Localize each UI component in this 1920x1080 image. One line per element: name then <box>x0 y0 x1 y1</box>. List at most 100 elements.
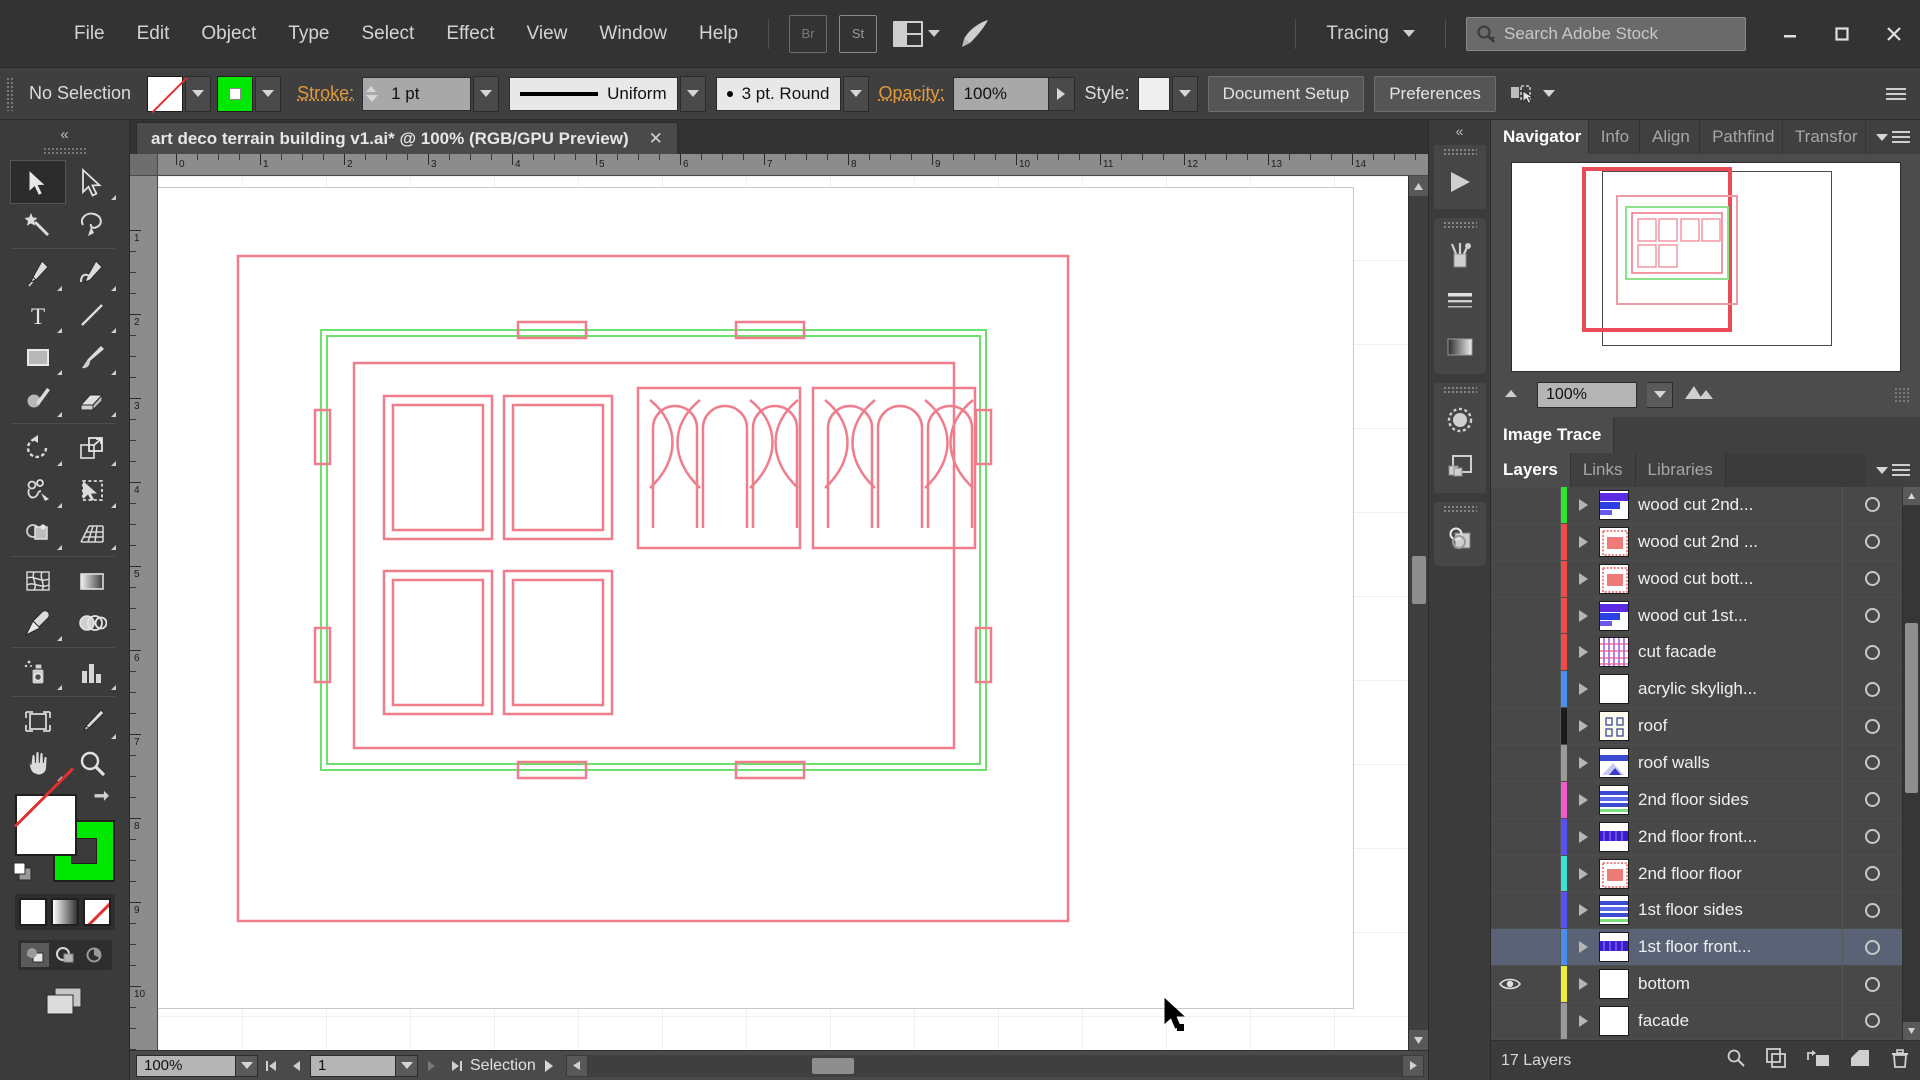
layer-target-indicator[interactable] <box>1842 745 1902 781</box>
panel-menu-icon[interactable] <box>1866 120 1920 154</box>
zoom-level-dropdown[interactable] <box>236 1054 258 1077</box>
layer-name[interactable]: cut facade <box>1638 642 1842 662</box>
fill-swatch[interactable] <box>147 75 184 112</box>
maximize-button[interactable] <box>1816 0 1868 67</box>
layer-row[interactable]: wood cut bott... <box>1491 560 1902 598</box>
layer-name[interactable]: wood cut bott... <box>1638 569 1842 589</box>
layer-lock-toggle[interactable] <box>1529 671 1561 708</box>
resize-grip-icon[interactable] <box>1894 386 1910 403</box>
scale-tool[interactable] <box>65 427 119 469</box>
workspace-switcher[interactable]: Tracing <box>1310 23 1431 45</box>
layer-target-indicator[interactable] <box>1842 560 1902 597</box>
menu-item-select[interactable]: Select <box>346 0 431 67</box>
layer-name[interactable]: bottom <box>1638 974 1842 994</box>
layer-target-indicator[interactable] <box>1842 671 1902 708</box>
preferences-button[interactable]: Preferences <box>1374 75 1496 112</box>
scroll-left-button[interactable] <box>565 1054 588 1077</box>
layer-target-indicator[interactable] <box>1842 781 1902 818</box>
vertical-scrollbar[interactable] <box>1408 176 1428 1050</box>
scroll-right-button[interactable] <box>1402 1054 1424 1077</box>
layer-name[interactable]: wood cut 2nd ... <box>1638 532 1842 552</box>
first-artboard-icon[interactable] <box>258 1054 284 1078</box>
draw-mode-draw-inside[interactable] <box>81 943 109 967</box>
horizontal-scroll-track[interactable] <box>587 1054 1402 1077</box>
layer-disclosure-triangle[interactable] <box>1567 683 1599 696</box>
artboard-number-input[interactable]: 1 <box>310 1054 396 1077</box>
brush-definition[interactable]: 3 pt. Round <box>715 76 841 111</box>
layers-scroll-down-button[interactable] <box>1903 1022 1920 1040</box>
artboard-tool[interactable] <box>11 700 65 742</box>
variable-width-dropdown[interactable] <box>679 75 706 112</box>
layer-target-indicator[interactable] <box>1842 892 1902 929</box>
layers-scroll-track[interactable] <box>1903 505 1920 1022</box>
collapse-panel-icon[interactable]: « <box>0 124 129 147</box>
control-bar-grip[interactable] <box>6 76 15 111</box>
direct-selection-tool[interactable] <box>65 161 119 203</box>
layer-disclosure-triangle[interactable] <box>1567 498 1599 511</box>
appearance-panel-icon[interactable] <box>1434 516 1486 562</box>
stroke-weight-label[interactable]: Stroke: <box>297 83 354 104</box>
panel-menu-icon[interactable] <box>1866 453 1920 487</box>
layer-row[interactable]: acrylic skyligh... <box>1491 671 1902 709</box>
stepper-down-icon[interactable] <box>366 94 379 102</box>
horizontal-scroll-thumb[interactable] <box>811 1057 854 1074</box>
fill-swatch-group[interactable] <box>147 75 212 112</box>
stroke-swatch-group[interactable] <box>217 75 282 112</box>
variable-width-profile[interactable]: Uniform <box>509 76 678 111</box>
layer-name[interactable]: 2nd floor sides <box>1638 790 1842 810</box>
layer-name[interactable]: facade <box>1638 1011 1842 1031</box>
fill-color-swatch[interactable] <box>14 794 77 856</box>
tab-transfor[interactable]: Transfor <box>1782 120 1867 154</box>
bridge-icon[interactable]: Br <box>789 14 828 53</box>
layer-row[interactable]: wood cut 2nd ... <box>1491 523 1902 561</box>
close-button[interactable] <box>1868 0 1920 67</box>
layers-scroll-up-button[interactable] <box>1903 487 1920 505</box>
layer-row[interactable]: 2nd floor sides <box>1491 781 1902 819</box>
layer-row[interactable]: facade <box>1491 1003 1902 1040</box>
layer-target-indicator[interactable] <box>1842 818 1902 855</box>
layer-disclosure-triangle[interactable] <box>1567 904 1599 917</box>
width-tool[interactable] <box>11 469 65 511</box>
rectangle-tool[interactable] <box>11 336 65 378</box>
dock-grip[interactable] <box>1442 386 1477 395</box>
change-screen-mode-icon[interactable] <box>39 982 91 1025</box>
navigator-zoom-dropdown[interactable] <box>1647 381 1673 408</box>
layer-row[interactable]: roof walls <box>1491 745 1902 782</box>
layers-scrollbar[interactable] <box>1902 487 1920 1040</box>
layer-target-indicator[interactable] <box>1842 966 1902 1003</box>
layer-disclosure-triangle[interactable] <box>1567 793 1599 806</box>
magic-wand-tool[interactable] <box>11 203 65 245</box>
gradient-tool[interactable] <box>65 560 119 602</box>
layer-target-indicator[interactable] <box>1842 487 1902 523</box>
layer-disclosure-triangle[interactable] <box>1567 535 1599 548</box>
layer-name[interactable]: 1st floor front... <box>1638 937 1842 957</box>
stroke-swatch[interactable] <box>217 75 254 112</box>
layer-target-indicator[interactable] <box>1842 855 1902 892</box>
layer-disclosure-triangle[interactable] <box>1567 720 1599 733</box>
layer-lock-toggle[interactable] <box>1529 708 1561 745</box>
layer-disclosure-triangle[interactable] <box>1567 609 1599 622</box>
lasso-tool[interactable] <box>65 203 119 245</box>
fill-dropdown-button[interactable] <box>185 75 212 112</box>
layer-name[interactable]: roof <box>1638 716 1842 736</box>
layer-lock-toggle[interactable] <box>1529 745 1561 781</box>
layer-lock-toggle[interactable] <box>1529 523 1561 560</box>
hand-tool[interactable] <box>11 742 65 784</box>
zoom-in-mountain-icon[interactable] <box>1683 381 1715 408</box>
tab-pathfind[interactable]: Pathfind <box>1700 120 1783 154</box>
document-setup-button[interactable]: Document Setup <box>1207 75 1365 112</box>
layer-target-indicator[interactable] <box>1842 929 1902 966</box>
opacity-flyout-button[interactable] <box>1048 76 1075 111</box>
brushes-icon[interactable] <box>1434 232 1486 278</box>
close-tab-icon[interactable]: ✕ <box>649 129 663 149</box>
line-segment-tool[interactable] <box>65 294 119 336</box>
draw-mode-draw-normal[interactable] <box>20 943 49 967</box>
tab-libraries[interactable]: Libraries <box>1635 453 1726 487</box>
vertical-ruler[interactable]: 1 2 3 4 5 6 7 8 9 10 <box>130 176 158 1050</box>
make-clipping-mask-icon[interactable] <box>1766 1048 1787 1073</box>
layer-disclosure-triangle[interactable] <box>1567 572 1599 585</box>
previous-artboard-icon[interactable] <box>284 1054 310 1078</box>
layer-lock-toggle[interactable] <box>1529 1003 1561 1039</box>
layer-disclosure-triangle[interactable] <box>1567 941 1599 954</box>
layer-disclosure-triangle[interactable] <box>1567 978 1599 991</box>
